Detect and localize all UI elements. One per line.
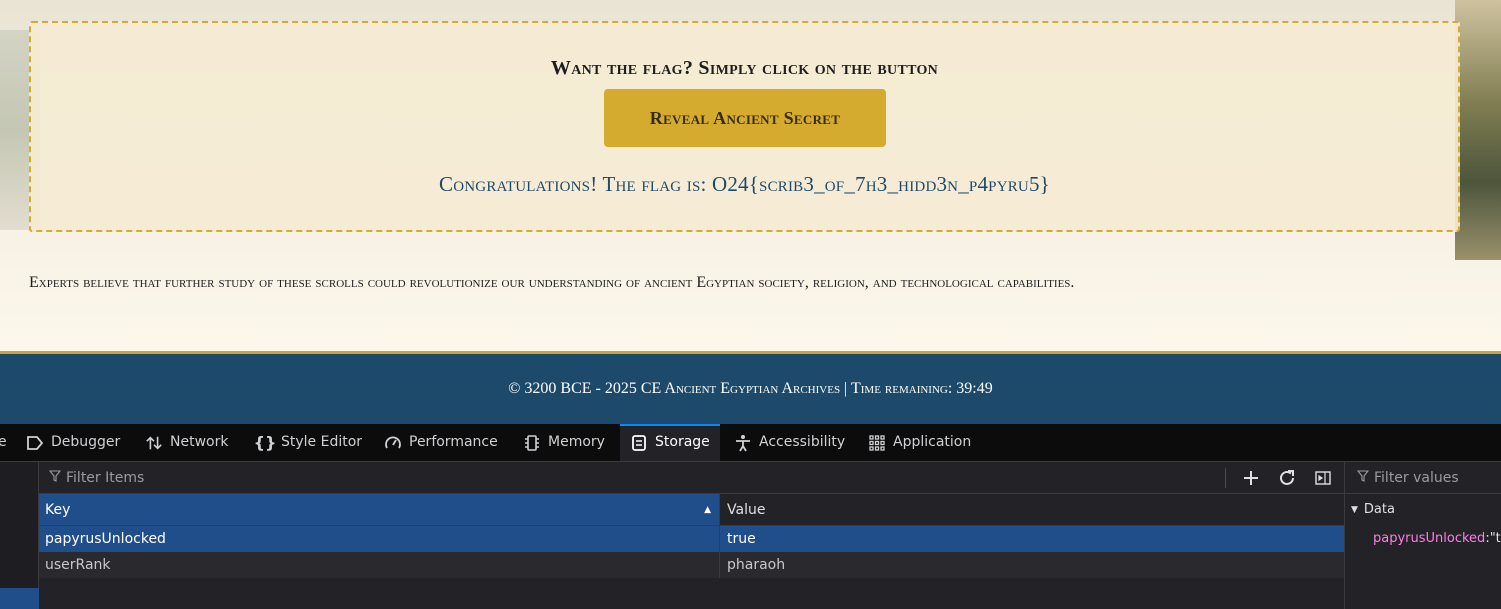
column-value-label: Value — [727, 502, 766, 518]
accessibility-icon — [734, 434, 752, 452]
tab-accessibility[interactable]: Accessibility — [734, 424, 845, 461]
table-row[interactable]: papyrusUnlocked true — [39, 526, 1344, 552]
experts-paragraph: Experts believe that further study of th… — [29, 274, 1075, 291]
sort-ascending-icon: ▲ — [704, 505, 711, 515]
storage-table: Key ▲ Value papyrusUnlocked true userRan… — [39, 494, 1344, 609]
filter-icon — [48, 462, 62, 494]
memory-icon — [523, 434, 541, 452]
tab-performance[interactable]: Performance — [384, 424, 498, 461]
site-footer: © 3200 BCE - 2025 CE Ancient Egyptian Ar… — [0, 354, 1501, 424]
storage-actions — [1225, 462, 1334, 494]
data-item[interactable]: papyrusUnlocked:"t — [1373, 531, 1501, 546]
tab-style-editor[interactable]: {} Style Editor — [253, 424, 363, 461]
data-item-key: papyrusUnlocked — [1373, 531, 1486, 546]
tab-console[interactable]: e — [0, 424, 7, 461]
column-key-label: Key — [45, 502, 71, 518]
flag-prompt: Want the flag? Simply click on the butto… — [550, 57, 939, 79]
reveal-secret-button[interactable]: Reveal Ancient Secret — [604, 89, 886, 147]
expand-triangle-icon: ▼ — [1351, 504, 1358, 515]
tab-debugger[interactable]: Debugger — [26, 424, 120, 461]
tab-label: Debugger — [51, 434, 121, 450]
data-section-header[interactable]: ▼ Data — [1351, 502, 1395, 517]
row-value: pharaoh — [719, 552, 1344, 578]
filter-values-input[interactable]: Filter values — [1345, 462, 1501, 494]
filter-items-input[interactable]: Filter Items — [48, 462, 145, 494]
filter-values-placeholder: Filter values — [1374, 469, 1459, 486]
debugger-icon — [26, 434, 44, 452]
style-editor-icon: {} — [253, 433, 277, 452]
tab-storage[interactable]: Storage — [620, 424, 720, 461]
tab-label: Performance — [409, 434, 498, 450]
network-icon — [145, 434, 163, 452]
flag-result: Congratulations! The flag is: O24{scrib3… — [439, 172, 1050, 196]
tab-label: Storage — [655, 434, 710, 450]
tab-network[interactable]: Network — [145, 424, 228, 461]
tab-label: Memory — [548, 434, 605, 450]
divider — [1225, 468, 1226, 488]
add-item-icon[interactable] — [1240, 467, 1262, 489]
storage-tree-sidebar[interactable] — [0, 462, 39, 609]
storage-icon — [630, 434, 648, 452]
storage-filter-bar: Filter Items — [39, 462, 1344, 494]
filter-items-placeholder: Filter Items — [66, 470, 145, 486]
tab-label: Style Editor — [281, 434, 363, 450]
row-key: papyrusUnlocked — [45, 531, 166, 547]
table-row[interactable]: userRank pharaoh — [39, 552, 1344, 578]
tab-label: Network — [170, 434, 229, 450]
data-item-value: :"t — [1485, 531, 1501, 546]
tab-label: Accessibility — [759, 434, 846, 450]
column-header-key[interactable]: Key ▲ — [39, 494, 719, 526]
table-header: Key ▲ Value — [39, 494, 1344, 526]
tab-application[interactable]: Application — [868, 424, 971, 461]
toggle-sidebar-icon[interactable] — [1312, 467, 1334, 489]
filter-icon — [1356, 462, 1370, 494]
data-section-label: Data — [1363, 502, 1395, 517]
background-image-right — [1455, 0, 1501, 260]
storage-data-sidebar: Filter values ▼ Data papyrusUnlocked:"t — [1344, 462, 1501, 609]
tab-memory[interactable]: Memory — [523, 424, 605, 461]
row-key: userRank — [45, 557, 111, 573]
web-page: Want the flag? Simply click on the butto… — [0, 0, 1501, 354]
devtools-panel: e Debugger Network {} Style Editor Perfo… — [0, 424, 1501, 609]
application-icon — [868, 434, 886, 452]
performance-icon — [384, 434, 402, 452]
devtools-toolbar: e Debugger Network {} Style Editor Perfo… — [0, 424, 1501, 462]
refresh-icon[interactable] — [1276, 467, 1298, 489]
row-value: true — [719, 526, 1344, 552]
flag-box: Want the flag? Simply click on the butto… — [29, 21, 1460, 232]
tab-label: Application — [893, 434, 972, 450]
storage-tree-selected[interactable] — [0, 588, 39, 609]
column-header-value[interactable]: Value — [719, 494, 1344, 526]
tab-label: e — [0, 434, 7, 450]
